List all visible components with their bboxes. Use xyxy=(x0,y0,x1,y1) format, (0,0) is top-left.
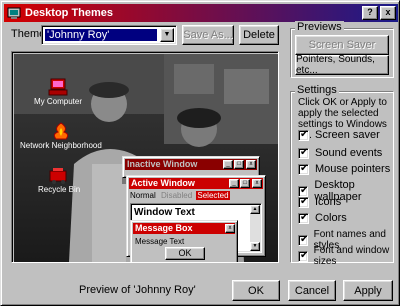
menu-disabled: Disabled xyxy=(161,191,193,200)
pointers-sounds-button[interactable]: Pointers, Sounds, etc... xyxy=(295,54,389,76)
checkbox-checked-icon xyxy=(298,234,308,246)
theme-select[interactable]: 'Johnny Roy' ▼ xyxy=(41,25,177,45)
close-icon: x xyxy=(252,179,262,188)
theme-select-value: 'Johnny Roy' xyxy=(45,29,157,41)
scroll-down-icon: ▼ xyxy=(250,242,260,251)
checkbox-checked-icon xyxy=(298,163,309,175)
close-button[interactable]: x xyxy=(380,6,396,20)
maximize-icon: □ xyxy=(240,179,250,188)
checkbox-checked-icon xyxy=(298,250,308,262)
preview-caption: Preview of 'Johnny Roy' xyxy=(79,284,196,296)
colors-checkbox[interactable]: Colors xyxy=(298,212,347,224)
my-computer-icon[interactable]: My Computer xyxy=(34,78,82,106)
previews-legend: Previews xyxy=(295,21,344,33)
screen-saver-checkbox[interactable]: Screen saver xyxy=(298,129,380,141)
checkbox-checked-icon xyxy=(298,129,309,141)
scrollbar: ▲ ▼ xyxy=(250,205,260,251)
desktop-themes-icon xyxy=(7,7,21,19)
window-text: Window Text xyxy=(134,207,195,218)
network-icon xyxy=(53,122,68,140)
cancel-button[interactable]: Cancel xyxy=(288,280,336,301)
close-icon: x xyxy=(246,160,256,169)
message-ok-button: OK xyxy=(165,247,205,260)
message-box-title: Message Box xyxy=(133,223,235,234)
help-button[interactable]: ? xyxy=(362,6,378,20)
title-bar: Desktop Themes ? x xyxy=(4,4,398,22)
delete-button[interactable]: Delete xyxy=(239,25,279,45)
close-icon: x xyxy=(225,224,235,233)
checkbox-checked-icon xyxy=(298,147,309,159)
checkbox-checked-icon xyxy=(298,212,309,224)
checkbox-checked-icon xyxy=(298,196,309,208)
font-window-sizes-checkbox[interactable]: Font and window sizes xyxy=(298,245,399,267)
theme-preview: My Computer Network Neighborhood Recycle… xyxy=(11,51,279,263)
save-as-button[interactable]: Save As... xyxy=(182,25,234,45)
desktop-themes-window: Desktop Themes ? x Theme: 'Johnny Roy' ▼… xyxy=(0,0,400,306)
trash-icon xyxy=(49,168,67,184)
menu-selected: Selected xyxy=(196,191,230,200)
settings-legend: Settings xyxy=(295,84,339,96)
network-neighborhood-icon[interactable]: Network Neighborhood xyxy=(20,122,102,150)
minimize-icon: _ xyxy=(223,160,233,169)
message-text: Message Text xyxy=(135,237,185,246)
active-window-menu: Normal Disabled Selected xyxy=(130,191,230,201)
icons-checkbox[interactable]: Icons xyxy=(298,196,341,208)
minimize-icon: _ xyxy=(229,179,239,188)
close-icon: x xyxy=(385,7,391,17)
chevron-down-icon[interactable]: ▼ xyxy=(160,28,174,42)
recycle-bin-icon[interactable]: Recycle Bin xyxy=(38,166,80,194)
window-title: Desktop Themes xyxy=(25,7,114,19)
mouse-pointers-checkbox[interactable]: Mouse pointers xyxy=(298,163,390,175)
screen-saver-button[interactable]: Screen Saver xyxy=(295,35,389,55)
sound-events-checkbox[interactable]: Sound events xyxy=(298,147,382,159)
apply-button[interactable]: Apply xyxy=(343,280,393,301)
maximize-icon: □ xyxy=(234,160,244,169)
message-box-preview: Message Box x Message Text OK xyxy=(130,220,238,262)
scroll-up-icon: ▲ xyxy=(250,205,260,214)
help-icon: ? xyxy=(367,7,373,17)
ok-button[interactable]: OK xyxy=(232,280,280,301)
computer-icon xyxy=(48,78,68,96)
menu-normal: Normal xyxy=(130,191,156,200)
